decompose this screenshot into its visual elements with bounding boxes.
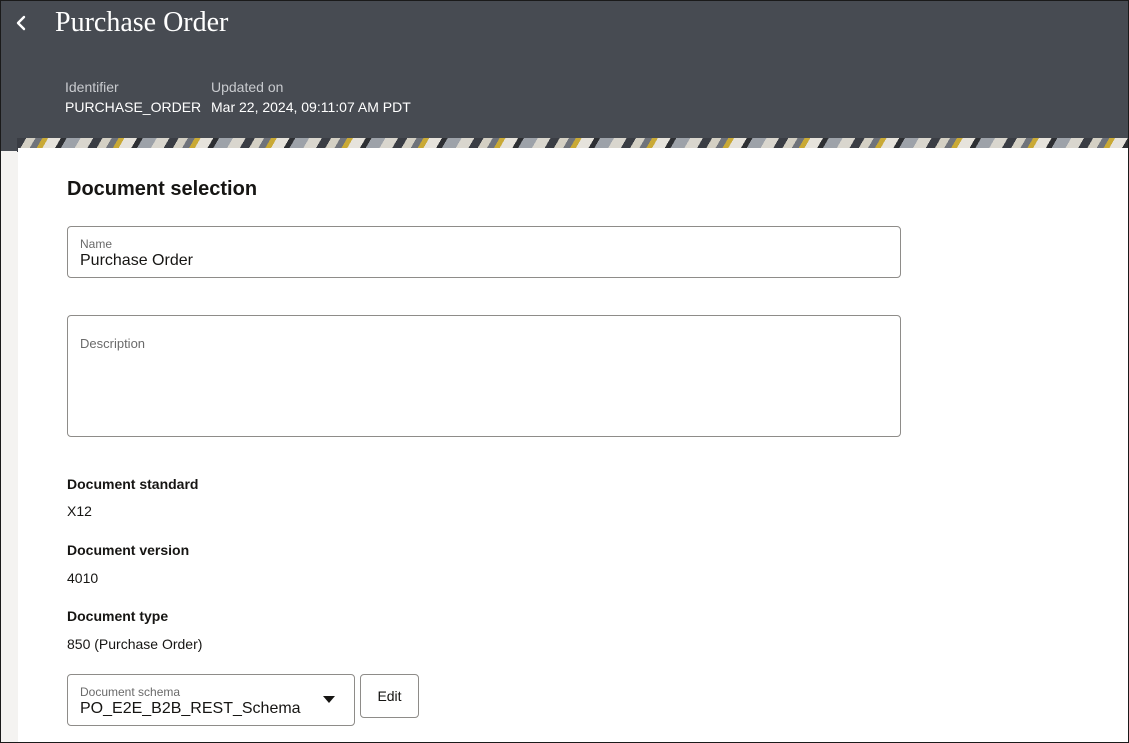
name-field-label: Name [80, 237, 113, 251]
document-schema-value: PO_E2E_B2B_REST_Schema [80, 700, 301, 717]
document-type-label: Document type [67, 608, 169, 624]
document-schema-label: Document schema [80, 685, 181, 699]
updated-value: Mar 22, 2024, 09:11:07 AM PDT [211, 99, 411, 115]
updated-label: Updated on [211, 79, 284, 95]
page-header: Purchase Order Identifier PURCHASE_ORDER… [1, 1, 1128, 151]
document-version-value: 4010 [67, 570, 99, 586]
page-title: Purchase Order [55, 7, 229, 38]
edit-schema-button[interactable]: Edit [360, 674, 419, 718]
chevron-left-icon [16, 15, 26, 31]
caret-down-icon[interactable] [323, 696, 335, 703]
section-title: Document selection [67, 178, 258, 200]
name-field[interactable]: Name Purchase Order [67, 226, 901, 278]
identifier-meta: Identifier PURCHASE_ORDER [65, 78, 201, 116]
back-button[interactable] [7, 9, 35, 37]
description-field-label: Description [80, 336, 146, 351]
document-standard-value: X12 [67, 503, 92, 519]
document-standard-label: Document standard [67, 476, 199, 492]
description-field[interactable]: Description [67, 315, 901, 437]
document-schema-select[interactable]: Document schema PO_E2E_B2B_REST_Schema [67, 674, 355, 726]
identifier-label: Identifier [65, 79, 119, 95]
document-type-value: 850 (Purchase Order) [67, 636, 203, 652]
updated-meta: Updated on Mar 22, 2024, 09:11:07 AM PDT [211, 78, 411, 116]
identifier-value: PURCHASE_ORDER [65, 99, 202, 115]
app-window: Purchase Order Identifier PURCHASE_ORDER… [0, 0, 1129, 743]
name-field-value: Purchase Order [80, 252, 193, 269]
document-selection-card: Document selection Name Purchase Order D… [18, 148, 1128, 742]
document-version-label: Document version [67, 542, 190, 558]
